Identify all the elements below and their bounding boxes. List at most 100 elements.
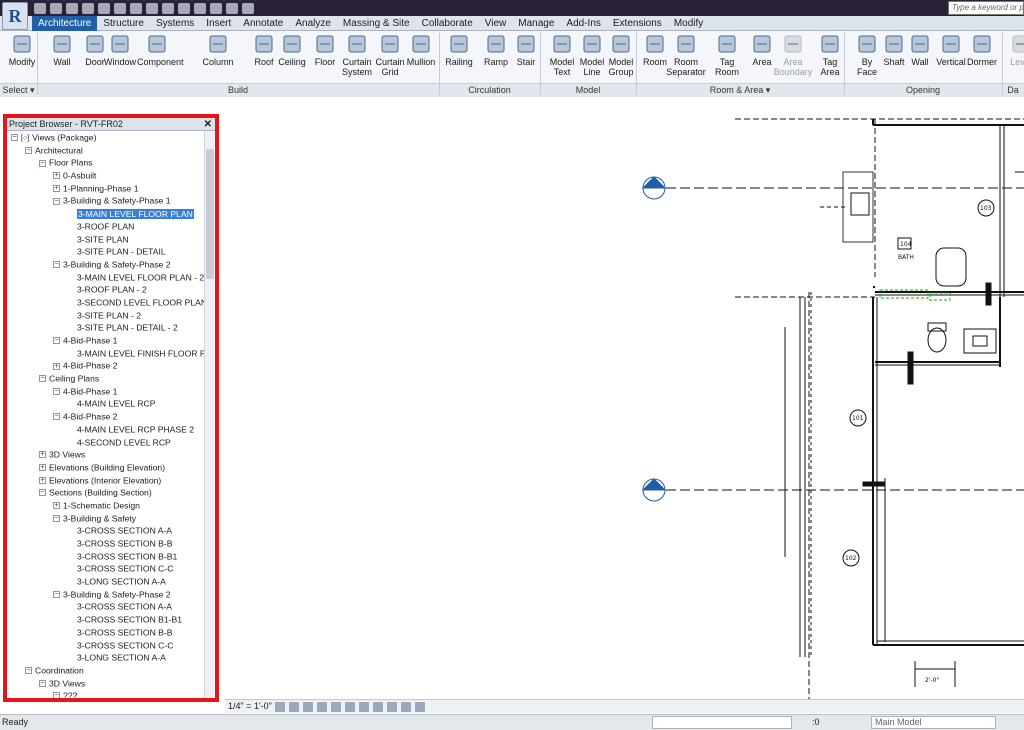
- collapse-icon[interactable]: −: [25, 667, 32, 675]
- tree-item[interactable]: 4-MAIN LEVEL RCP: [7, 397, 205, 410]
- 3d-view-icon[interactable]: [178, 2, 190, 14]
- dimension-icon[interactable]: [146, 2, 158, 14]
- area-boundary-button[interactable]: Area Boundary: [773, 33, 813, 83]
- print-icon[interactable]: [114, 2, 126, 14]
- reveal-hidden-icon[interactable]: [387, 702, 397, 712]
- shadows-icon[interactable]: [317, 702, 327, 712]
- tree-folder[interactable]: −3-Building & Safety-Phase 1: [7, 194, 205, 207]
- collapse-icon[interactable]: −: [39, 489, 46, 497]
- view-scale[interactable]: 1/4" = 1'-0": [228, 700, 272, 713]
- modify-button[interactable]: Modify: [2, 33, 42, 83]
- component-button[interactable]: Component: [137, 33, 184, 83]
- tab-collaborate[interactable]: Collaborate: [416, 16, 479, 31]
- collapse-icon[interactable]: −: [53, 387, 60, 395]
- undo-icon[interactable]: [82, 2, 94, 14]
- tree-item[interactable]: 3-SITE PLAN - DETAIL - 2: [7, 321, 205, 334]
- expand-icon[interactable]: +: [39, 476, 46, 484]
- tree-item[interactable]: 3-MAIN LEVEL FLOOR PLAN - 2: [7, 271, 205, 284]
- collapse-icon[interactable]: −: [53, 590, 60, 598]
- tree-item[interactable]: 3-CROSS SECTION B-B: [7, 537, 205, 550]
- tree-item[interactable]: 3-ROOF PLAN: [7, 220, 205, 233]
- collapse-icon[interactable]: −: [39, 679, 46, 687]
- tab-structure[interactable]: Structure: [97, 16, 150, 31]
- render-icon[interactable]: [331, 702, 341, 712]
- tree-item[interactable]: 3-CROSS SECTION B-B1: [7, 550, 205, 563]
- tree-folder[interactable]: − Floor Plans: [7, 156, 205, 169]
- application-menu-button[interactable]: R: [2, 2, 28, 30]
- tree-folder[interactable]: + Elevations (Interior Elevation): [7, 474, 205, 487]
- level-marker-lower[interactable]: [641, 478, 667, 502]
- tree-folder[interactable]: −4-Bid-Phase 1: [7, 334, 205, 347]
- expand-icon[interactable]: +: [39, 451, 46, 459]
- search-input[interactable]: Type a keyword or phrase: [948, 1, 1024, 15]
- measure-icon[interactable]: [130, 2, 142, 14]
- tree-item[interactable]: 3-LONG SECTION A-A: [7, 575, 205, 588]
- drawing-area[interactable]: 104 BATH 101 102 103 2'-0": [225, 97, 1024, 699]
- text-icon[interactable]: [162, 2, 174, 14]
- tree-item[interactable]: 3-CROSS SECTION A-A: [7, 600, 205, 613]
- tree-folder[interactable]: +0-Asbuilt: [7, 169, 205, 182]
- tab-insert[interactable]: Insert: [200, 16, 237, 31]
- dormer-button[interactable]: Dormer: [962, 33, 1002, 83]
- panel-label[interactable]: Room & Area ▾: [636, 83, 844, 97]
- tree-folder[interactable]: +3D Views: [7, 448, 205, 461]
- tab-modify[interactable]: Modify: [668, 16, 709, 31]
- lock-view-icon[interactable]: [401, 702, 411, 712]
- sun-path-icon[interactable]: [303, 702, 313, 712]
- railing-button[interactable]: Railing: [439, 33, 479, 83]
- tab-manage[interactable]: Manage: [512, 16, 560, 31]
- expand-icon[interactable]: +: [39, 464, 46, 472]
- tree-item[interactable]: 3-SITE PLAN - 2: [7, 309, 205, 322]
- show-crop-region-icon[interactable]: [359, 702, 369, 712]
- tree-folder[interactable]: −3-Building & Safety-Phase 2: [7, 588, 205, 601]
- expand-icon[interactable]: +: [53, 172, 60, 180]
- tree-item[interactable]: 3-ROOF PLAN - 2: [7, 283, 205, 296]
- window-button[interactable]: Window: [100, 33, 140, 83]
- tree-folder[interactable]: − Sections (Building Section): [7, 486, 205, 499]
- save-icon[interactable]: [50, 2, 62, 14]
- tree-item[interactable]: 3-CROSS SECTION B-B: [7, 626, 205, 639]
- open-icon[interactable]: [34, 2, 46, 14]
- tree-item[interactable]: 3-CROSS SECTION B1-B1: [7, 613, 205, 626]
- tab-view[interactable]: View: [479, 16, 513, 31]
- room-separator-button[interactable]: Room Separator: [666, 33, 706, 83]
- tree-item[interactable]: 4-MAIN LEVEL RCP PHASE 2: [7, 423, 205, 436]
- visual-style-icon[interactable]: [289, 702, 299, 712]
- tree-folder[interactable]: + Elevations (Building Elevation): [7, 461, 205, 474]
- expand-icon[interactable]: +: [53, 502, 60, 510]
- collapse-icon[interactable]: −: [53, 261, 60, 269]
- expand-icon[interactable]: +: [53, 184, 60, 192]
- tree-folder[interactable]: −4-Bid-Phase 2: [7, 410, 205, 423]
- collapse-icon[interactable]: −: [53, 337, 60, 345]
- collapse-icon[interactable]: −: [39, 159, 46, 167]
- design-option-field[interactable]: Main Model: [871, 716, 996, 729]
- level-button[interactable]: Level: [1001, 33, 1024, 83]
- close-hidden-icon[interactable]: [226, 2, 238, 14]
- tab-add-ins[interactable]: Add-Ins: [560, 16, 606, 31]
- section-icon[interactable]: [194, 2, 206, 14]
- tree-folder[interactable]: −3-Building & Safety-Phase 2: [7, 258, 205, 271]
- mullion-button[interactable]: Mullion: [401, 33, 441, 83]
- panel-label[interactable]: Select ▾: [0, 83, 37, 97]
- tree-item[interactable]: 3-MAIN LEVEL FINISH FLOOR PLAN: [7, 347, 205, 360]
- collapse-icon[interactable]: −: [53, 692, 60, 698]
- tree-item[interactable]: 3-CROSS SECTION C-C: [7, 639, 205, 652]
- switch-windows-icon[interactable]: [242, 2, 254, 14]
- collapse-icon[interactable]: −: [53, 514, 60, 522]
- collapse-icon[interactable]: −: [53, 197, 60, 205]
- tree-folder[interactable]: +4-Bid-Phase 2: [7, 359, 205, 372]
- thin-lines-icon[interactable]: [210, 2, 222, 14]
- level-marker-upper[interactable]: [641, 176, 667, 200]
- column-button[interactable]: Column: [198, 33, 238, 83]
- tree-folder[interactable]: − Ceiling Plans: [7, 372, 205, 385]
- workset-field[interactable]: [652, 716, 792, 729]
- tree-folder[interactable]: +1-Schematic Design: [7, 499, 205, 512]
- tab-extensions[interactable]: Extensions: [607, 16, 668, 31]
- collapse-icon[interactable]: −: [53, 413, 60, 421]
- tree-item[interactable]: 3-SITE PLAN - DETAIL: [7, 245, 205, 258]
- tree-folder[interactable]: +1-Planning-Phase 1: [7, 182, 205, 195]
- scrollbar-thumb[interactable]: [206, 149, 214, 279]
- temporary-hide-icon[interactable]: [373, 702, 383, 712]
- close-icon[interactable]: ✕: [204, 118, 212, 131]
- sync-icon[interactable]: [66, 2, 78, 14]
